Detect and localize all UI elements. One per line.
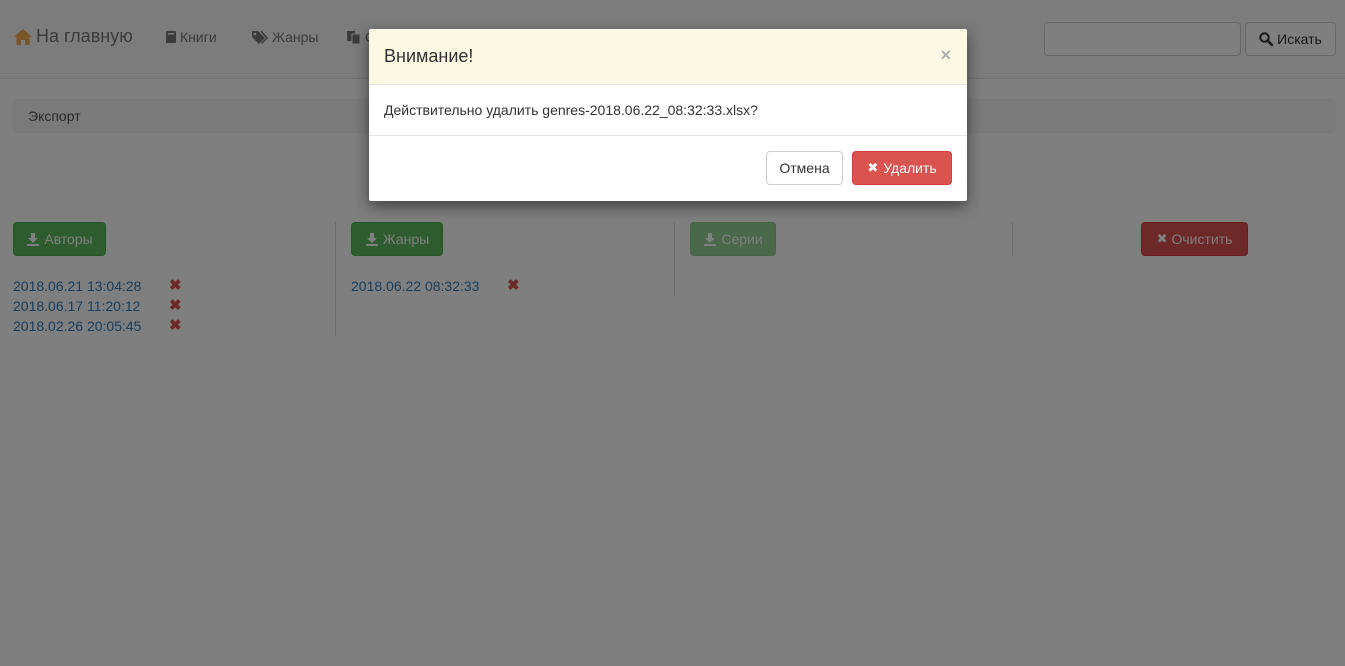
confirm-dialog: Внимание! × Действительно удалить genres… (369, 29, 967, 201)
dialog-footer: Отмена ✖ Удалить (369, 136, 967, 201)
close-icon: ✖ (867, 160, 879, 175)
cancel-button-label: Отмена (779, 160, 830, 176)
delete-button-label: Удалить (883, 160, 937, 176)
dialog-title: Внимание! (384, 46, 474, 66)
cancel-button[interactable]: Отмена (766, 151, 843, 185)
dialog-body: Действительно удалить genres-2018.06.22_… (369, 85, 967, 136)
close-icon[interactable]: × (940, 45, 951, 66)
delete-button[interactable]: ✖ Удалить (852, 151, 952, 185)
dialog-message: Действительно удалить genres-2018.06.22_… (384, 102, 758, 118)
dialog-header: Внимание! × (369, 29, 967, 85)
